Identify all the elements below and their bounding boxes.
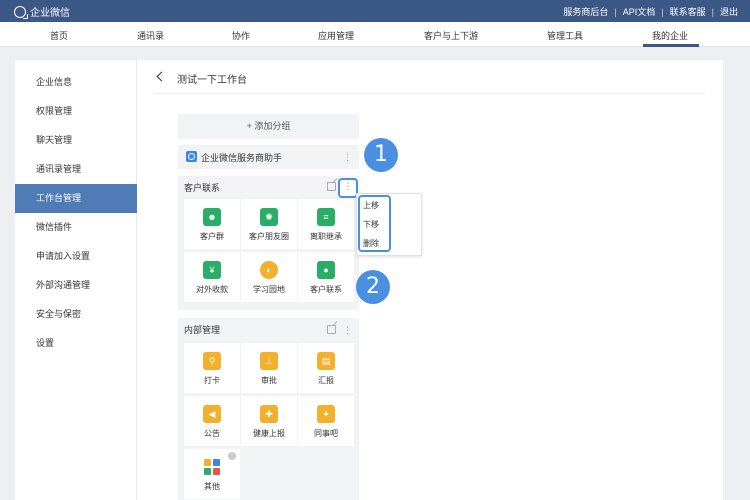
- sidebar: 企业信息 权限管理 聊天管理 通讯录管理 工作台管理 微信插件 申请加入设置 外…: [15, 60, 137, 500]
- helper-app-label: 企业微信服务商助手: [201, 153, 283, 163]
- report-icon: ▤: [317, 352, 335, 370]
- edit-icon[interactable]: [327, 325, 336, 334]
- colleague-star-icon: ✦: [317, 405, 335, 423]
- callout-badge-2: 2: [356, 270, 390, 304]
- apps-grid-icon: [203, 458, 221, 476]
- helper-app-icon: [186, 151, 197, 162]
- more-icon[interactable]: ⋮: [343, 151, 352, 163]
- app-label: 对外收款: [196, 285, 228, 294]
- planet-icon: ◐: [260, 261, 278, 279]
- sidebar-item-wechat-plugin[interactable]: 微信插件: [15, 213, 137, 242]
- nav-app-management[interactable]: 应用管理: [318, 29, 354, 42]
- sidebar-item-settings[interactable]: 设置: [15, 329, 137, 358]
- link-api-docs[interactable]: API文档: [623, 5, 656, 18]
- app-label: 汇报: [318, 376, 334, 385]
- chat-bubble-icon: ●: [317, 261, 335, 279]
- divider: |: [711, 6, 714, 17]
- add-group-button[interactable]: + 添加分组: [178, 114, 359, 139]
- info-icon[interactable]: i: [228, 452, 236, 460]
- payment-icon: ¥: [203, 261, 221, 279]
- more-icon: ⋮: [343, 181, 353, 191]
- nav-admin-tools[interactable]: 管理工具: [547, 29, 583, 42]
- logo-icon: [14, 5, 28, 19]
- app-label: 其他: [204, 482, 220, 491]
- sidebar-item-chat[interactable]: 聊天管理: [15, 126, 137, 155]
- stamp-icon: ⊥: [260, 352, 278, 370]
- app-label: 客户群: [200, 232, 224, 241]
- app-tile[interactable]: ≡ 离职继承: [298, 199, 354, 249]
- app-tile[interactable]: ◐ 学习园地: [241, 252, 297, 302]
- app-label: 健康上报: [253, 429, 285, 438]
- brand-logo[interactable]: 企业微信: [14, 4, 70, 19]
- nav-home[interactable]: 首页: [50, 29, 68, 42]
- app-tile[interactable]: ◀ 公告: [184, 396, 240, 446]
- app-tile[interactable]: ✺ 客户朋友圈: [241, 199, 297, 249]
- divider: |: [614, 6, 617, 17]
- page-title: 测试一下工作台: [177, 75, 247, 86]
- nav-active-indicator: [643, 44, 699, 47]
- link-logout[interactable]: 退出: [720, 5, 738, 18]
- helper-app-row[interactable]: 企业微信服务商助手 ⋮: [178, 145, 359, 169]
- app-tile[interactable]: ✚ 健康上报: [241, 396, 297, 446]
- app-label: 客户朋友圈: [249, 232, 289, 241]
- divider: |: [661, 6, 664, 17]
- main-nav: 首页 通讯录 协作 应用管理 客户与上下游 管理工具 我的企业: [0, 22, 750, 47]
- app-label: 学习园地: [253, 285, 285, 294]
- moments-icon: ✺: [260, 208, 278, 226]
- apps-grid-icon-svg: [204, 459, 220, 475]
- sidebar-item-enterprise-info[interactable]: 企业信息: [15, 68, 137, 97]
- app-tile[interactable]: ✦ 同事吧: [298, 396, 354, 446]
- app-tile[interactable]: ¥ 对外收款: [184, 252, 240, 302]
- app-label: 公告: [204, 429, 220, 438]
- app-tile[interactable]: ▤ 汇报: [298, 343, 354, 393]
- link-provider-console[interactable]: 服务商后台: [563, 5, 608, 18]
- top-links: 服务商后台 | API文档 | 联系客服 | 退出: [563, 5, 738, 18]
- app-label: 同事吧: [314, 429, 338, 438]
- menu-highlight-box: [358, 195, 391, 252]
- nav-customers[interactable]: 客户与上下游: [424, 29, 478, 42]
- callout-badge-1: 1: [364, 138, 398, 172]
- app-tile[interactable]: ☻ 客户群: [184, 199, 240, 249]
- back-arrow-icon[interactable]: [155, 70, 165, 84]
- megaphone-icon: ◀: [203, 405, 221, 423]
- customer-group-icon: ☻: [203, 208, 221, 226]
- more-icon[interactable]: ⋮: [343, 324, 352, 336]
- sidebar-item-contacts[interactable]: 通讯录管理: [15, 155, 137, 184]
- brand-name: 企业微信: [30, 8, 70, 19]
- sidebar-item-join-settings[interactable]: 申请加入设置: [15, 242, 137, 271]
- group-title: 客户联系: [184, 183, 221, 193]
- app-tile[interactable]: ⚲ 打卡: [184, 343, 240, 393]
- nav-contacts[interactable]: 通讯录: [137, 29, 164, 42]
- sidebar-item-workbench[interactable]: 工作台管理: [15, 184, 137, 213]
- divider: [155, 93, 705, 94]
- link-contact-support[interactable]: 联系客服: [670, 5, 706, 18]
- sidebar-item-permissions[interactable]: 权限管理: [15, 97, 137, 126]
- app-tile[interactable]: ● 客户联系: [298, 252, 354, 302]
- app-tile[interactable]: ⊥ 审批: [241, 343, 297, 393]
- app-label: 打卡: [204, 376, 220, 385]
- inherit-icon: ≡: [317, 208, 335, 226]
- location-pin-icon: ⚲: [203, 352, 221, 370]
- app-label: 审批: [261, 376, 277, 385]
- app-label: 客户联系: [310, 285, 342, 294]
- health-cross-icon: ✚: [260, 405, 278, 423]
- sidebar-item-external-comm[interactable]: 外部沟通管理: [15, 271, 137, 300]
- app-label: 离职继承: [310, 232, 342, 241]
- top-bar: 企业微信 服务商后台 | API文档 | 联系客服 | 退出: [0, 0, 750, 22]
- sidebar-item-security[interactable]: 安全与保密: [15, 300, 137, 329]
- nav-my-enterprise[interactable]: 我的企业: [652, 29, 688, 42]
- group-title: 内部管理: [184, 325, 221, 335]
- nav-collaboration[interactable]: 协作: [232, 29, 250, 42]
- group-more-button[interactable]: ⋮: [338, 178, 358, 198]
- edit-icon[interactable]: [327, 182, 336, 191]
